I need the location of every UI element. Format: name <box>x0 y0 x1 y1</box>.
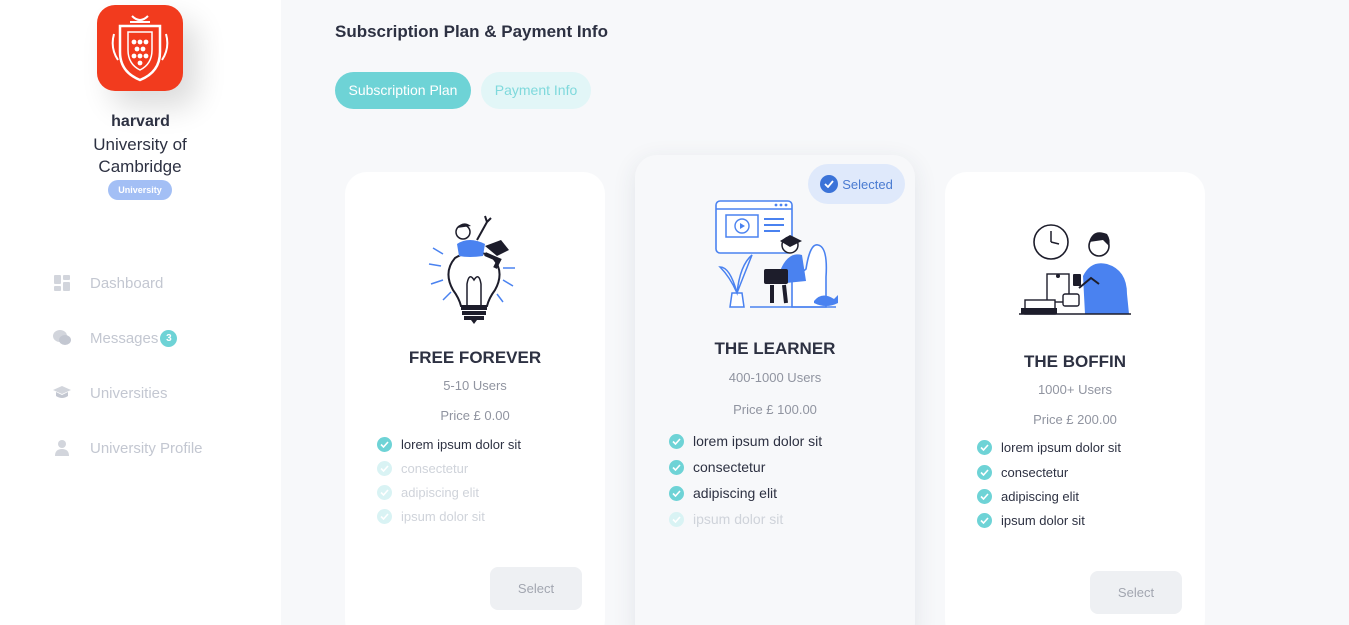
boffin-illustration <box>1019 224 1131 315</box>
plan-card-the-boffin[interactable]: THE BOFFIN 1000+ Users Price £ 200.00 lo… <box>945 172 1205 625</box>
tab-subscription-plan[interactable]: Subscription Plan <box>335 72 471 109</box>
org-subtitle: University of Cambridge <box>93 135 187 176</box>
lightbulb-illustration <box>428 215 515 324</box>
plan-title: THE BOFFIN <box>1024 352 1126 371</box>
learner-illustration <box>715 200 838 308</box>
select-plan-button[interactable]: Select <box>1090 571 1182 614</box>
selected-badge: Selected <box>808 164 905 204</box>
plan-card-the-learner[interactable]: THE LEARNER 400-1000 Users Price £ 100.0… <box>635 155 915 625</box>
plan-feature: ipsum dolor sit <box>669 511 783 527</box>
org-name: harvard <box>111 113 170 130</box>
check-icon <box>669 485 684 501</box>
check-circle-icon <box>820 175 839 193</box>
plan-price: Price £ 0.00 <box>440 408 510 423</box>
check-icon <box>377 509 392 524</box>
graduation-cap-icon <box>52 383 72 403</box>
plan-feature: adipiscing elit <box>669 485 777 501</box>
check-icon <box>977 440 992 455</box>
check-icon <box>377 461 392 476</box>
sidebar-item-label: University Profile <box>90 439 203 457</box>
sidebar-item-label: Universities <box>90 384 168 402</box>
plan-users: 400-1000 Users <box>728 370 822 385</box>
plan-price: Price £ 100.00 <box>733 402 817 417</box>
plan-feature: lorem ipsum dolor sit <box>377 437 521 452</box>
check-icon <box>669 433 684 449</box>
plan-card-free-forever[interactable]: FREE FOREVER 5-10 Users Price £ 0.00 lor… <box>345 172 605 625</box>
org-type-badge: University <box>108 180 172 200</box>
plan-feature: lorem ipsum dolor sit <box>669 433 822 449</box>
check-icon <box>977 489 992 504</box>
plan-feature: ipsum dolor sit <box>377 509 485 524</box>
plan-feature: adipiscing elit <box>977 489 1079 504</box>
plan-price: Price £ 200.00 <box>1033 412 1117 427</box>
sidebar-item-label: Messages <box>90 329 159 347</box>
sidebar: harvard University of Cambridge Universi… <box>0 0 281 625</box>
plan-users: 1000+ Users <box>1037 382 1113 397</box>
check-icon <box>669 511 684 527</box>
check-icon <box>377 437 392 452</box>
messages-count-badge: 3 <box>160 329 178 347</box>
sidebar-item-dashboard[interactable]: Dashboard <box>52 271 163 295</box>
crest-icon <box>111 15 169 82</box>
user-icon <box>52 438 72 458</box>
plan-feature: ipsum dolor sit <box>977 513 1085 528</box>
plan-feature: lorem ipsum dolor sit <box>977 440 1121 455</box>
check-icon <box>669 459 684 475</box>
sidebar-item-university-profile[interactable]: University Profile <box>52 436 203 460</box>
messages-icon <box>52 328 72 348</box>
plan-feature: adipiscing elit <box>377 485 479 500</box>
dashboard-icon <box>52 273 72 293</box>
plan-feature: consectetur <box>977 465 1068 480</box>
sidebar-item-messages[interactable]: Messages 3 <box>52 326 178 350</box>
plan-title: FREE FOREVER <box>408 348 542 367</box>
university-logo <box>97 5 183 91</box>
page-title: Subscription Plan & Payment Info <box>335 22 608 41</box>
plan-feature: consectetur <box>377 461 468 476</box>
check-icon <box>377 485 392 500</box>
tab-payment-info[interactable]: Payment Info <box>481 72 591 109</box>
sidebar-item-universities[interactable]: Universities <box>52 381 168 405</box>
check-icon <box>977 465 992 480</box>
plan-feature: consectetur <box>669 459 765 475</box>
plan-users: 5-10 Users <box>443 378 507 393</box>
sidebar-item-label: Dashboard <box>90 274 164 292</box>
check-icon <box>977 513 992 528</box>
select-plan-button[interactable]: Select <box>490 567 582 610</box>
plan-title: THE LEARNER <box>714 339 836 358</box>
